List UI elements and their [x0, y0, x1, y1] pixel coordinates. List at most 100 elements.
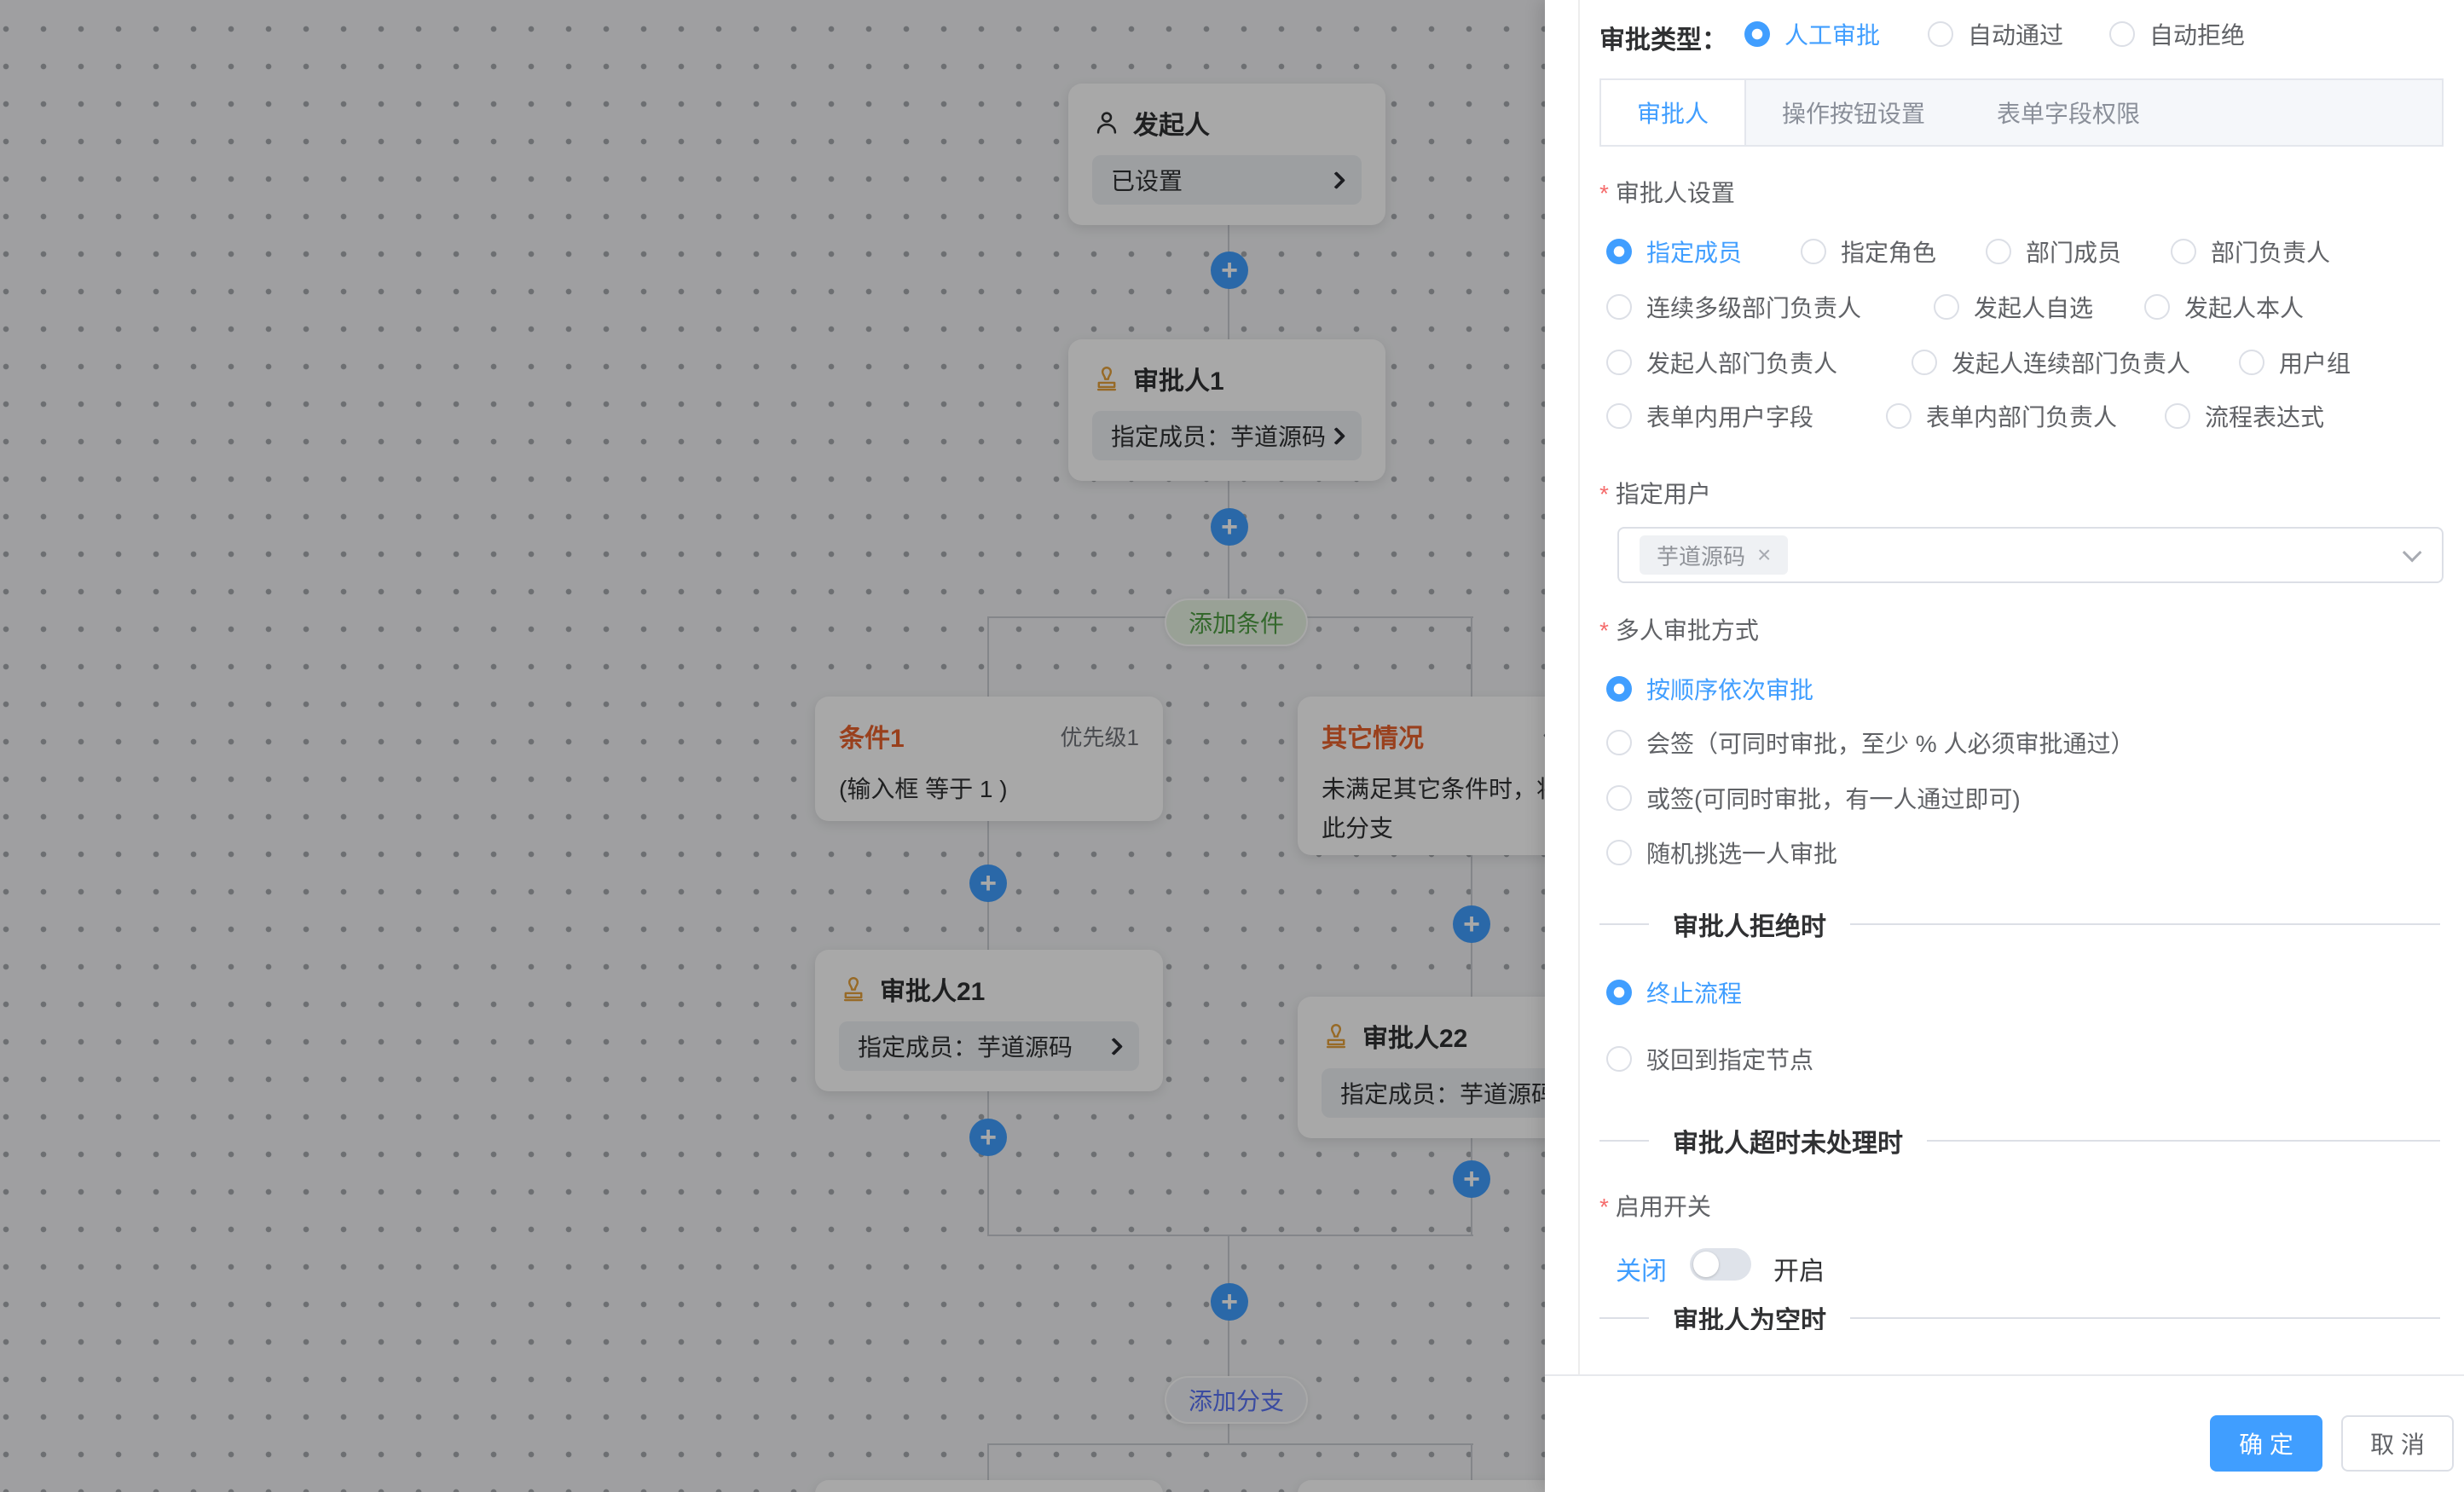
- radio-auto-approve[interactable]: 自动通过: [1928, 17, 2063, 51]
- radio-checked-icon: [1606, 980, 1632, 1005]
- radio-label: 人工审批: [1784, 17, 1880, 51]
- radio-icon: [1606, 730, 1632, 755]
- chevron-down-icon: [2403, 543, 2422, 563]
- radio-label: 发起人部门负责人: [1646, 345, 1837, 379]
- selected-user-tag[interactable]: 芋道源码 ×: [1640, 535, 1788, 575]
- switch-on-label: 开启: [1773, 1250, 1825, 1287]
- radio-label: 部门负责人: [2211, 234, 2330, 269]
- divider-line: [1599, 923, 1649, 925]
- radio-icon: [1606, 350, 1632, 375]
- radio-dept-member[interactable]: 部门成员: [1986, 234, 2121, 269]
- radio-multi-level-dept-leader[interactable]: 连续多级部门负责人: [1606, 290, 1861, 324]
- tag-remove-icon[interactable]: ×: [1757, 541, 1771, 569]
- radio-icon: [1934, 294, 1959, 320]
- reject-section-divider: 审批人拒绝时: [1599, 911, 2440, 938]
- tag-label: 芋道源码: [1657, 540, 1745, 571]
- workflow-canvas[interactable]: 发起人 已设置 + 审批人1 指定成员：芋道源码 +: [0, 0, 1545, 1492]
- radio-process-expression[interactable]: 流程表达式: [2165, 399, 2324, 433]
- radio-random-one[interactable]: 随机挑选一人审批: [1606, 836, 1837, 870]
- empty-approver-section-divider: 审批人为空时: [1599, 1304, 2440, 1330]
- radio-user-group[interactable]: 用户组: [2239, 345, 2351, 379]
- approval-workflow-designer: 发起人 已设置 + 审批人1 指定成员：芋道源码 +: [0, 0, 2464, 1492]
- radio-label: 或签(可同时审批，有一人通过即可): [1646, 781, 2021, 815]
- radio-icon: [1886, 403, 1912, 429]
- required-asterisk: *: [1599, 617, 1609, 644]
- approval-type-label: 审批类型：: [1599, 19, 1727, 56]
- radio-manual-approval[interactable]: 人工审批: [1744, 17, 1880, 51]
- tab-form-field-permissions[interactable]: 表单字段权限: [1961, 80, 2176, 145]
- radio-label: 随机挑选一人审批: [1646, 836, 1837, 870]
- radio-label: 终止流程: [1646, 975, 1742, 1009]
- radio-return-to-node[interactable]: 驳回到指定节点: [1606, 1042, 1813, 1076]
- switch-off-label: 关闭: [1616, 1250, 1667, 1287]
- radio-label: 连续多级部门负责人: [1646, 290, 1861, 324]
- radio-label: 自动通过: [1968, 17, 2063, 51]
- radio-label: 流程表达式: [2205, 399, 2324, 433]
- radio-icon: [2171, 239, 2196, 264]
- radio-label: 按顺序依次审批: [1646, 672, 1813, 706]
- radio-label: 自动拒绝: [2149, 17, 2245, 51]
- radio-icon: [1928, 21, 1953, 47]
- radio-label: 发起人自选: [1974, 290, 2093, 324]
- radio-icon: [2165, 403, 2190, 429]
- modal-overlay: [0, 0, 1545, 1492]
- panel-scroll-area[interactable]: 审批类型： 人工审批 自动通过 自动拒绝 审批人 操作按钮设置 表单字段权: [1545, 0, 2464, 1330]
- timeout-enable-switch[interactable]: [1690, 1248, 1751, 1281]
- radio-icon: [2144, 294, 2170, 320]
- radio-assigned-role[interactable]: 指定角色: [1801, 234, 1936, 269]
- radio-label: 部门成员: [2026, 234, 2121, 269]
- radio-label: 指定成员: [1646, 234, 1742, 269]
- cancel-button[interactable]: 取 消: [2341, 1415, 2454, 1472]
- required-asterisk: *: [1599, 1194, 1609, 1220]
- radio-checked-icon: [1744, 21, 1770, 47]
- panel-tabs: 审批人 操作按钮设置 表单字段权限: [1599, 78, 2444, 147]
- radio-label: 指定角色: [1841, 234, 1936, 269]
- radio-label: 用户组: [2279, 345, 2351, 379]
- radio-icon: [2109, 21, 2135, 47]
- radio-icon: [1801, 239, 1826, 264]
- tab-button-settings[interactable]: 操作按钮设置: [1746, 80, 1961, 145]
- radio-icon: [1912, 350, 1937, 375]
- tab-approver[interactable]: 审批人: [1601, 80, 1746, 145]
- approval-config-panel: 审批类型： 人工审批 自动通过 自动拒绝 审批人 操作按钮设置 表单字段权: [1545, 0, 2464, 1492]
- radio-sequential-approval[interactable]: 按顺序依次审批: [1606, 672, 1813, 706]
- radio-label: 表单内用户字段: [1646, 399, 1813, 433]
- required-asterisk: *: [1599, 180, 1609, 206]
- radio-icon: [1606, 1046, 1632, 1072]
- radio-label: 会签（可同时审批，至少 % 人必须审批通过）: [1646, 726, 2134, 760]
- radio-or-sign[interactable]: 或签(可同时审批，有一人通过即可): [1606, 781, 2021, 815]
- radio-form-dept-leader[interactable]: 表单内部门负责人: [1886, 399, 2117, 433]
- radio-icon: [1986, 239, 2011, 264]
- radio-initiator-multi-dept-leader[interactable]: 发起人连续部门负责人: [1912, 345, 2190, 379]
- radio-icon: [1606, 785, 1632, 811]
- divider-line: [1927, 1140, 2440, 1142]
- divider-line: [1599, 1317, 1649, 1319]
- radio-assigned-member[interactable]: 指定成员: [1606, 234, 1742, 269]
- radio-countersign[interactable]: 会签（可同时审批，至少 % 人必须审批通过）: [1606, 726, 2134, 760]
- timeout-section-divider: 审批人超时未处理时: [1599, 1127, 2440, 1154]
- timeout-section-title: 审批人超时未处理时: [1673, 1122, 1903, 1159]
- assign-user-select[interactable]: 芋道源码 ×: [1617, 527, 2444, 583]
- divider-line: [1599, 1140, 1649, 1142]
- radio-label: 表单内部门负责人: [1926, 399, 2117, 433]
- multi-mode-label: *多人审批方式: [1599, 612, 1759, 646]
- empty-approver-section-title: 审批人为空时: [1673, 1299, 1826, 1330]
- radio-terminate-process[interactable]: 终止流程: [1606, 975, 1742, 1009]
- radio-auto-reject[interactable]: 自动拒绝: [2109, 17, 2245, 51]
- confirm-button[interactable]: 确 定: [2210, 1415, 2322, 1472]
- required-asterisk: *: [1599, 481, 1609, 507]
- radio-initiator-self[interactable]: 发起人本人: [2144, 290, 2304, 324]
- approval-type-row: 审批类型： 人工审批 自动通过 自动拒绝: [1545, 15, 2464, 56]
- radio-initiator-dept-leader[interactable]: 发起人部门负责人: [1606, 345, 1837, 379]
- radio-initiator-choose[interactable]: 发起人自选: [1934, 290, 2093, 324]
- radio-form-user-field[interactable]: 表单内用户字段: [1606, 399, 1813, 433]
- footer-divider: [1545, 1374, 2464, 1376]
- approver-setting-label: *审批人设置: [1599, 175, 1735, 209]
- radio-icon: [2239, 350, 2264, 375]
- radio-icon: [1606, 840, 1632, 865]
- radio-dept-leader[interactable]: 部门负责人: [2171, 234, 2330, 269]
- radio-label: 发起人本人: [2184, 290, 2304, 324]
- reject-section-title: 审批人拒绝时: [1673, 905, 1826, 943]
- radio-checked-icon: [1606, 239, 1632, 264]
- radio-icon: [1606, 403, 1632, 429]
